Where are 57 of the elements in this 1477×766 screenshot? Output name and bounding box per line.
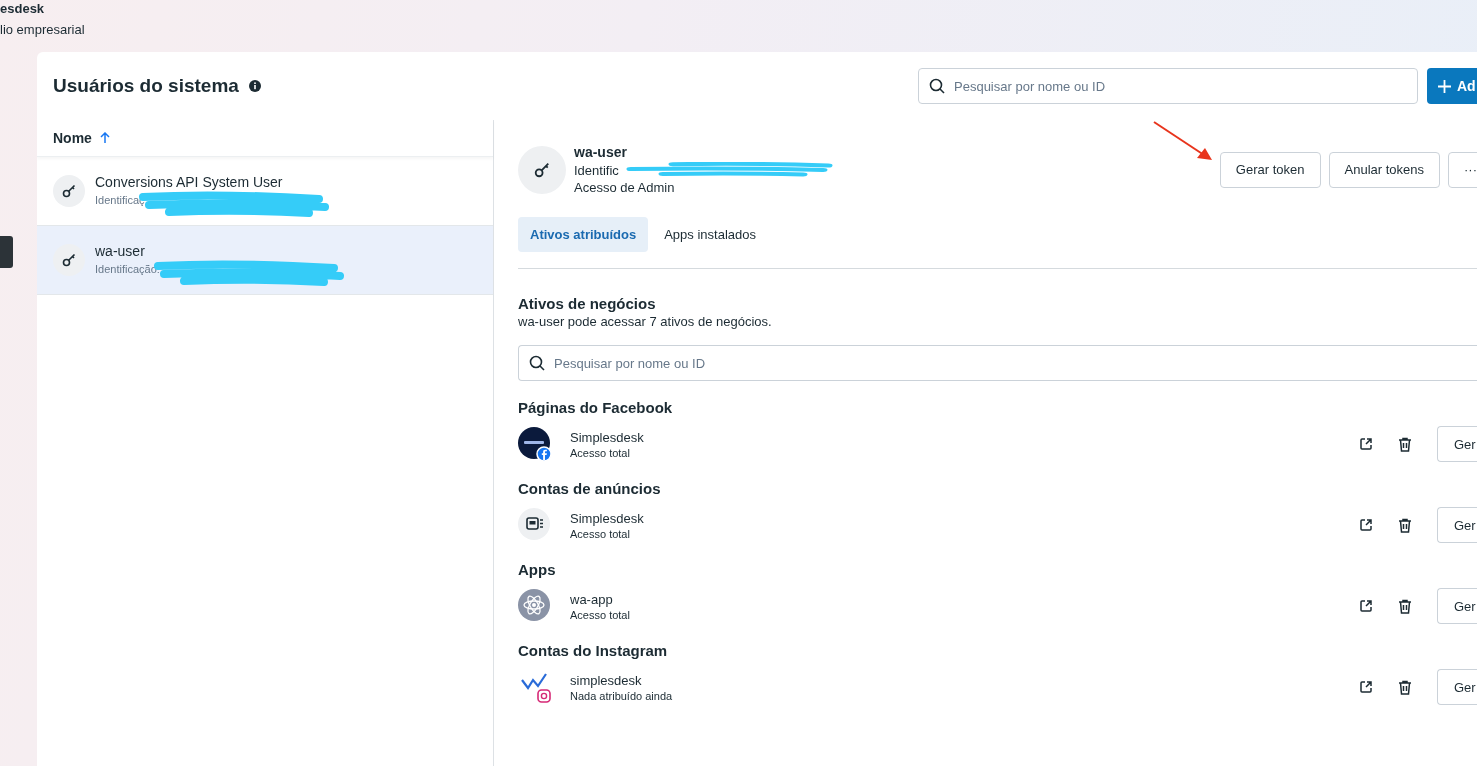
section-title: Ativos de negócios [518, 295, 657, 312]
asset-access: Acesso total [570, 527, 631, 540]
user-name: Conversions API System User [95, 174, 284, 190]
generate-button[interactable]: Ger [1437, 588, 1477, 624]
ad-account-icon [518, 508, 552, 542]
business-subtitle: lio empresarial [0, 21, 85, 38]
atom-icon [518, 589, 552, 623]
page-title: Usuários do sistema [53, 75, 239, 97]
user-name: wa-user [95, 243, 146, 259]
info-icon[interactable] [248, 80, 261, 92]
user-name: wa-user [574, 144, 628, 160]
action-button[interactable]: Gerar token [1219, 151, 1321, 188]
user-row[interactable]: Conversions API System User Identificaç [37, 157, 493, 226]
action-button[interactable]: ··· [1448, 151, 1477, 188]
page-avatar-icon [518, 427, 552, 461]
user-row[interactable]: wa-user Identificação: [37, 226, 493, 295]
action-button[interactable]: Anular tokens [1328, 151, 1440, 188]
user-id: Identificaç [95, 194, 145, 206]
section-description: wa-user pode acessar 7 ativos de negócios. [518, 314, 773, 329]
plus-icon [1438, 79, 1451, 93]
key-icon [53, 244, 85, 276]
column-header[interactable]: Nome [37, 120, 493, 157]
external-link-icon[interactable] [1359, 680, 1373, 694]
external-link-icon[interactable] [1359, 518, 1373, 532]
asset-access: Acesso total [570, 446, 631, 459]
group-title: Páginas do Facebook [518, 399, 674, 416]
generate-button[interactable]: Ger [1437, 507, 1477, 543]
trash-icon[interactable] [1398, 436, 1412, 452]
group-title: Apps [518, 561, 557, 578]
generate-button[interactable]: Ger [1437, 426, 1477, 462]
user-id: Identific [574, 162, 619, 178]
trash-icon[interactable] [1398, 517, 1412, 533]
tab[interactable]: Ativos atribuídos [518, 217, 649, 252]
key-icon [53, 175, 85, 207]
access-level: Acesso de Admin [574, 180, 676, 195]
external-link-icon[interactable] [1359, 599, 1373, 613]
asset-name: Simplesdesk [570, 429, 644, 445]
search-field[interactable]: Pesquisar por nome ou ID [518, 345, 1477, 381]
group-title: Contas do Instagram [518, 642, 669, 659]
generate-button[interactable]: Ger [1437, 669, 1477, 705]
asset-name: wa-app [570, 591, 614, 607]
trash-icon[interactable] [1398, 598, 1412, 614]
external-link-icon[interactable] [1359, 437, 1373, 451]
business-name: esdesk [0, 0, 46, 17]
user-id: Identificação: [95, 263, 160, 275]
asset-access: Nada atribuído ainda [570, 689, 673, 702]
tab[interactable]: Apps instalados [652, 217, 768, 252]
key-icon [518, 145, 566, 194]
search-field[interactable]: Pesquisar por nome ou ID [918, 68, 1418, 104]
annotation-arrow [1152, 120, 1214, 162]
asset-access: Acesso total [570, 608, 630, 621]
asset-name: simplesdesk [570, 672, 643, 688]
add-button[interactable]: Ad [1427, 68, 1477, 104]
sort-arrow-icon [99, 132, 110, 144]
asset-name: Simplesdesk [570, 510, 644, 526]
group-title: Contas de anúncios [518, 480, 662, 497]
trash-icon[interactable] [1398, 679, 1412, 695]
